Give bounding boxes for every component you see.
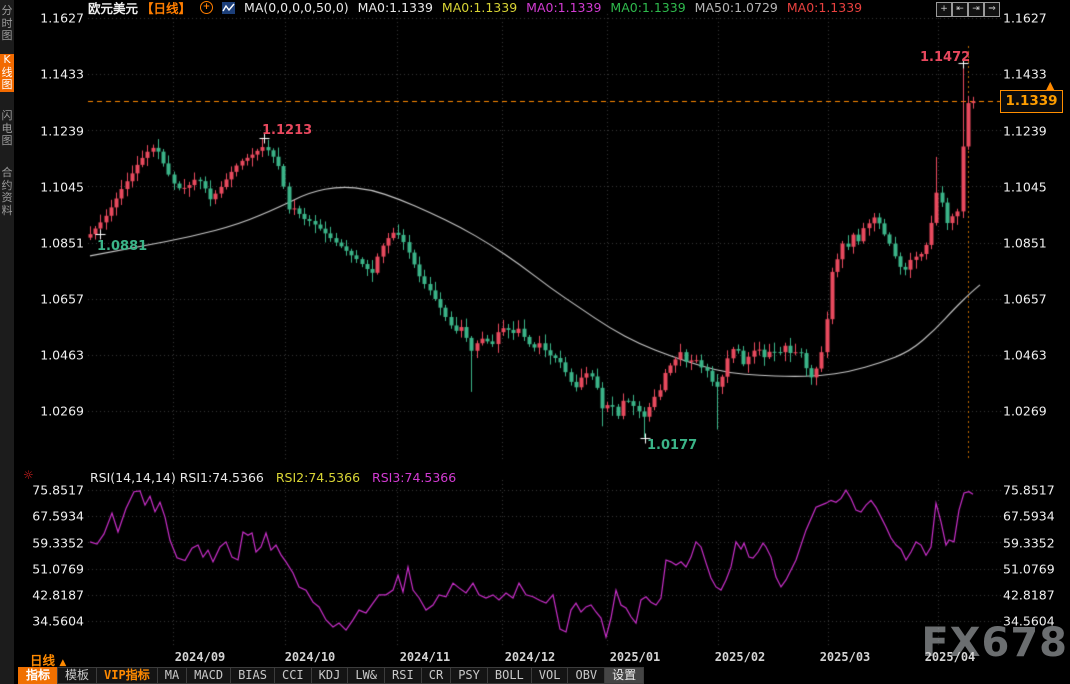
annotation-start-low: 1.0881 <box>97 239 147 254</box>
indicator-bias[interactable]: BIAS <box>230 667 275 684</box>
sidebar-tab-timeshare[interactable]: 分时图 <box>0 5 14 43</box>
current-price-tag: 1.1339 <box>1000 90 1063 113</box>
price-tick-right: 1.0463 <box>1003 348 1047 363</box>
ma50-value: MA50:1.0729 <box>695 0 778 15</box>
date-tick: 2025/04 <box>925 650 976 664</box>
ma0-value-2: MA0:1.1339 <box>442 0 517 15</box>
price-tick-right: 1.0657 <box>1003 292 1047 307</box>
rsi1-value: RSI(14,14,14) RSI1:74.5366 <box>90 470 264 485</box>
date-tick: 2024/09 <box>175 650 226 664</box>
annotation-low: 1.0177 <box>647 438 697 453</box>
price-tick-right: 1.0851 <box>1003 236 1047 251</box>
ma-settings: MA(0,0,0,0,50,0) <box>244 0 349 15</box>
chart-header: 欧元美元 【日线】 + MA(0,0,0,0,50,0) MA0:1.1339 … <box>88 0 862 15</box>
settings-button[interactable]: 设置 <box>604 667 644 684</box>
indicator-cci[interactable]: CCI <box>274 667 312 684</box>
indicator-obv[interactable]: OBV <box>567 667 605 684</box>
indicator-psy[interactable]: PSY <box>450 667 488 684</box>
indicator-macd[interactable]: MACD <box>186 667 231 684</box>
tab-indicators[interactable]: 指标 <box>18 667 58 684</box>
period-tag: 【日线】 <box>141 0 191 17</box>
trading-app-window: 分时图 K线图 闪电图 合约资料 欧元美元 【日线】 + MA(0,0,0,0,… <box>0 0 1070 684</box>
mini-chart-icon[interactable] <box>222 2 235 14</box>
date-tick: 2024/10 <box>285 650 336 664</box>
ma0-value-3: MA0:1.1339 <box>526 0 601 15</box>
price-tick-right: 1.1627 <box>1003 11 1047 26</box>
pan-right-icon[interactable]: ⇒ <box>984 2 1000 17</box>
indicator-boll[interactable]: BOLL <box>487 667 532 684</box>
date-tick: 2025/02 <box>715 650 766 664</box>
rsi-tick-right: 51.0769 <box>1003 562 1055 577</box>
sidebar-tab-kline[interactable]: K线图 <box>0 54 14 92</box>
ma0-value-5: MA0:1.1339 <box>787 0 862 15</box>
crosshair-tool-icon[interactable]: + <box>936 2 952 17</box>
scale-right-icon[interactable]: ⇥ <box>968 2 984 17</box>
sidebar-tab-flash[interactable]: 闪电图 <box>0 110 14 148</box>
annotation-high: 1.1472 <box>920 50 970 65</box>
rsi-tick-right: 59.3352 <box>1003 536 1055 551</box>
ma0-value-1: MA0:1.1339 <box>358 0 433 15</box>
date-tick: 2024/12 <box>505 650 556 664</box>
rsi-tick-right: 34.5604 <box>1003 614 1055 629</box>
date-tick: 2025/03 <box>820 650 871 664</box>
rsi-tick-right: 42.8187 <box>1003 588 1055 603</box>
symbol-name: 欧元美元 <box>88 0 138 17</box>
price-up-arrow-icon: ▲ <box>1046 79 1054 92</box>
date-tick: 2025/01 <box>610 650 661 664</box>
price-tick-right: 1.1433 <box>1003 67 1047 82</box>
tab-templates[interactable]: 模板 <box>57 667 97 684</box>
rsi2-value: RSI2:74.5366 <box>276 470 360 485</box>
sidebar-tab-contract-info[interactable]: 合约资料 <box>0 167 14 217</box>
price-tick-right: 1.1239 <box>1003 124 1047 139</box>
indicator-lw[interactable]: LW& <box>347 667 385 684</box>
add-overlay-icon[interactable]: + <box>200 1 213 14</box>
annotation-local-high: 1.1213 <box>262 123 312 138</box>
candlestick-rsi-canvas[interactable] <box>0 0 1070 684</box>
rsi-tick-right: 75.8517 <box>1003 483 1055 498</box>
left-tab-strip: 分时图 K线图 闪电图 合约资料 <box>0 0 14 684</box>
indicator-rsi[interactable]: RSI <box>384 667 422 684</box>
date-tick: 2024/11 <box>400 650 451 664</box>
indicator-vol[interactable]: VOL <box>531 667 569 684</box>
indicator-kdj[interactable]: KDJ <box>311 667 349 684</box>
ma0-value-4: MA0:1.1339 <box>610 0 685 15</box>
indicator-toolbar: 指标 模板 VIP指标 MA MACD BIAS CCI KDJ LW& RSI… <box>18 667 643 684</box>
rsi3-value: RSI3:74.5366 <box>372 470 456 485</box>
rsi-tick-right: 67.5934 <box>1003 509 1055 524</box>
indicator-cr[interactable]: CR <box>421 667 451 684</box>
tab-vip-indicators[interactable]: VIP指标 <box>96 667 158 684</box>
price-tick-right: 1.1045 <box>1003 180 1047 195</box>
indicator-ma[interactable]: MA <box>157 667 187 684</box>
rsi-header: RSI(14,14,14) RSI1:74.5366 RSI2:74.5366 … <box>90 470 456 485</box>
rsi-settings-icon[interactable]: ☼ <box>23 468 34 482</box>
scale-left-icon[interactable]: ⇤ <box>952 2 968 17</box>
price-tick-right: 1.0269 <box>1003 404 1047 419</box>
